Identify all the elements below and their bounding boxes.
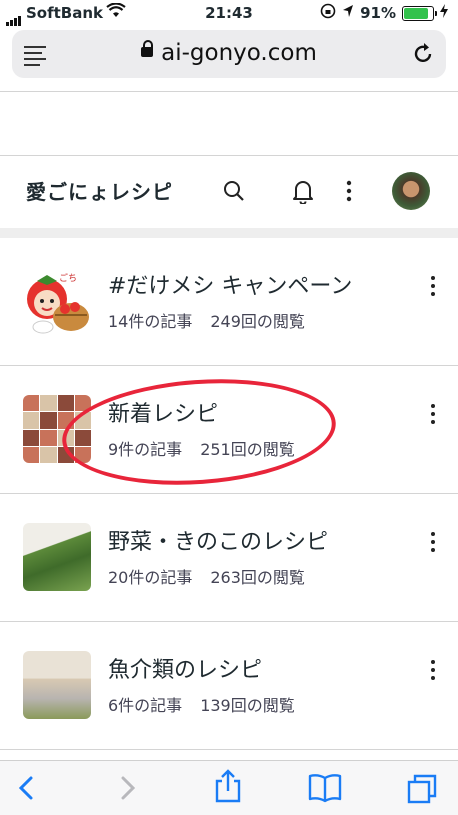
share-icon[interactable] [214,769,242,807]
reload-icon[interactable] [410,41,436,71]
category-stats: 14件の記事 249回の閲覧 [108,308,323,332]
rotation-lock-icon [320,3,336,23]
avatar[interactable] [392,172,430,210]
lock-icon [141,39,154,57]
view-count: 139回の閲覧 [200,696,295,715]
svg-text:ごち: ごち [59,272,77,284]
more-vert-icon[interactable] [344,180,354,206]
battery-percent: 91% [360,4,396,22]
divider [0,91,458,92]
browser-url-area: ai-gonyo.com [0,26,458,90]
back-icon[interactable] [16,775,36,805]
category-title[interactable]: 魚介類のレシピ [108,652,262,684]
more-vert-icon[interactable] [428,660,438,684]
url-text: ai-gonyo.com [161,40,317,66]
list-item[interactable]: ごち #だけメシ キャンペーン 14件の記事 249回の閲覧 [0,238,458,366]
more-vert-icon[interactable] [428,532,438,556]
location-icon [342,4,354,22]
app-header: 愛ごにょレシピ [0,156,458,228]
charging-icon [440,4,448,22]
article-count: 14件の記事 [108,312,193,331]
list-item[interactable]: 魚介類のレシピ 6件の記事 139回の閲覧 [0,622,458,750]
tomato-character-thumbnail: ごち [23,267,91,335]
tabs-icon[interactable] [406,773,438,809]
section-gap [0,228,458,238]
forward-icon[interactable] [118,775,138,805]
site-title[interactable]: 愛ごにょレシピ [26,176,173,205]
article-count: 20件の記事 [108,568,193,587]
more-vert-icon[interactable] [428,404,438,428]
category-stats: 6件の記事 139回の閲覧 [108,692,313,716]
category-stats: 20件の記事 263回の閲覧 [108,564,323,588]
bell-icon[interactable] [292,178,314,208]
search-icon[interactable] [222,178,246,208]
vegetables-thumbnail [23,523,91,591]
category-list: ごち #だけメシ キャンペーン 14件の記事 249回の閲覧 新着レシピ 9件の記… [0,238,458,750]
list-item[interactable]: 野菜・きのこのレシピ 20件の記事 263回の閲覧 [0,494,458,622]
fish-prep-thumbnail [23,651,91,719]
status-bar: SoftBank 21:43 91% [0,0,458,26]
more-vert-icon[interactable] [428,276,438,300]
battery-icon [402,5,437,21]
view-count: 263回の閲覧 [210,568,305,587]
article-count: 6件の記事 [108,696,183,715]
browser-toolbar [0,760,458,815]
view-count: 249回の閲覧 [210,312,305,331]
bookmarks-icon[interactable] [308,773,342,807]
address-bar[interactable]: ai-gonyo.com [12,30,446,78]
category-title[interactable]: #だけメシ キャンペーン [108,268,352,300]
category-title[interactable]: 野菜・きのこのレシピ [108,524,328,556]
